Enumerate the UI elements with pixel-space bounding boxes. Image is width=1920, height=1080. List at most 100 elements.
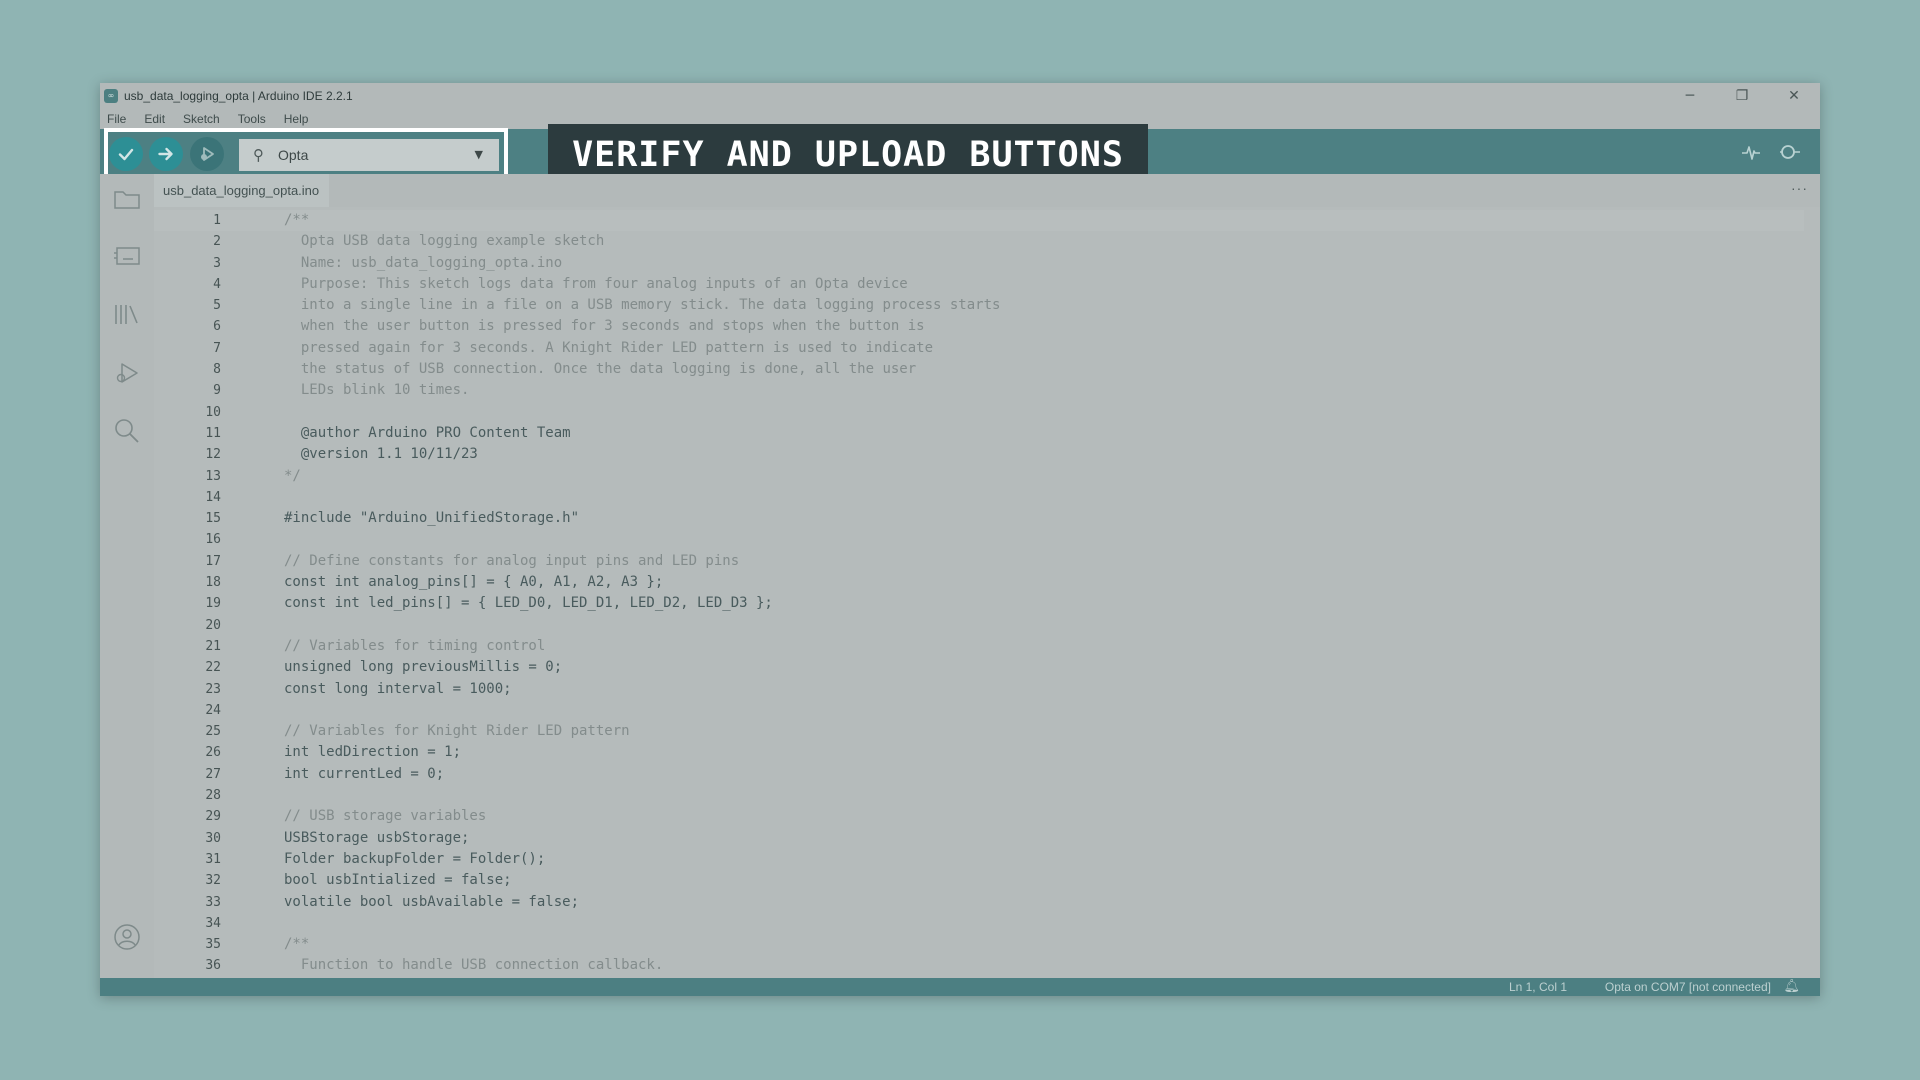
menu-edit[interactable]: Edit bbox=[144, 112, 165, 126]
menu-file[interactable]: File bbox=[107, 112, 126, 126]
search-button[interactable] bbox=[112, 416, 142, 446]
line-number: 16 bbox=[205, 532, 221, 548]
code-line[interactable] bbox=[284, 402, 1000, 423]
serial-monitor-button[interactable] bbox=[1778, 141, 1802, 168]
code-line[interactable]: const int analog_pins[] = { A0, A1, A2, … bbox=[284, 572, 1000, 593]
code-line[interactable]: volatile bool usbAvailable = false; bbox=[284, 892, 1000, 913]
line-number: 35 bbox=[205, 937, 221, 953]
code-line[interactable]: */ bbox=[284, 466, 1000, 487]
line-number: 1 bbox=[213, 213, 221, 228]
line-number: 26 bbox=[205, 745, 221, 761]
line-number: 18 bbox=[205, 575, 221, 591]
line-number: 4 bbox=[213, 276, 221, 292]
code-line[interactable]: Function to handle USB connection callba… bbox=[284, 955, 1000, 976]
code-line[interactable] bbox=[284, 913, 1000, 934]
code-line[interactable]: @author Arduino PRO Content Team bbox=[284, 423, 1000, 444]
window-controls: ─ ❐ ✕ bbox=[1664, 83, 1820, 109]
board-status[interactable]: Opta on COM7 [not connected] bbox=[1605, 980, 1771, 994]
code-line[interactable]: /** bbox=[284, 210, 1000, 231]
minimize-button[interactable]: ─ bbox=[1664, 83, 1716, 109]
line-number: 10 bbox=[205, 404, 221, 420]
folder-icon bbox=[114, 191, 140, 209]
code-line[interactable]: // Define constants for analog input pin… bbox=[284, 551, 1000, 572]
line-number: 5 bbox=[213, 298, 221, 314]
line-number: 11 bbox=[205, 425, 221, 441]
serial-plotter-button[interactable] bbox=[1740, 141, 1762, 168]
code-line[interactable]: Name: usb_data_logging_opta.ino bbox=[284, 253, 1000, 274]
code-line[interactable]: /** bbox=[284, 934, 1000, 955]
line-number: 27 bbox=[205, 766, 221, 782]
cursor-position[interactable]: Ln 1, Col 1 bbox=[1509, 980, 1567, 994]
tab-sketch-file[interactable]: usb_data_logging_opta.ino bbox=[154, 174, 330, 207]
code-line[interactable]: when the user button is pressed for 3 se… bbox=[284, 316, 1000, 337]
code-line[interactable]: Folder backupFolder = Folder(); bbox=[284, 849, 1000, 870]
line-number: 23 bbox=[205, 681, 221, 697]
bell-icon[interactable]: 🔔︎ bbox=[1783, 979, 1800, 994]
menu-help[interactable]: Help bbox=[284, 112, 309, 126]
code-editor[interactable]: 1 2 3 4 5 6 7 8 9 10 11 12 13 14 15 16 17 18 19 20 21 22 23 24 2… bbox=[154, 207, 1820, 978]
code-line[interactable]: the status of USB connection. Once the d… bbox=[284, 359, 1000, 380]
line-number: 21 bbox=[205, 638, 221, 654]
boards-manager-button[interactable] bbox=[112, 241, 142, 271]
magnifier-icon bbox=[1780, 145, 1800, 159]
sidebar bbox=[100, 174, 154, 978]
code-line[interactable]: const int led_pins[] = { LED_D0, LED_D1,… bbox=[284, 593, 1000, 614]
code-line[interactable]: Purpose: This sketch logs data from four… bbox=[284, 274, 1000, 295]
code-line[interactable]: USBStorage usbStorage; bbox=[284, 828, 1000, 849]
account-icon bbox=[114, 924, 140, 950]
code-line[interactable] bbox=[284, 700, 1000, 721]
code-line[interactable]: unsigned long previousMillis = 0; bbox=[284, 657, 1000, 678]
code-line[interactable] bbox=[284, 615, 1000, 636]
code-line[interactable]: Opta USB data logging example sketch bbox=[284, 231, 1000, 252]
menu-sketch[interactable]: Sketch bbox=[183, 112, 220, 126]
status-bar: Ln 1, Col 1 Opta on COM7 [not connected]… bbox=[100, 978, 1820, 996]
line-number: 12 bbox=[205, 447, 221, 463]
library-icon bbox=[115, 305, 138, 324]
arduino-app-icon: ∞ bbox=[104, 89, 118, 103]
line-number: 7 bbox=[213, 340, 221, 356]
editor-scrollbar[interactable] bbox=[1794, 207, 1804, 978]
code-line[interactable]: // Variables for timing control bbox=[284, 636, 1000, 657]
window-title: usb_data_logging_opta | Arduino IDE 2.2.… bbox=[124, 89, 353, 103]
line-number: 28 bbox=[205, 788, 221, 804]
restore-button[interactable]: ❐ bbox=[1716, 83, 1768, 109]
code-line[interactable]: LEDs blink 10 times. bbox=[284, 380, 1000, 401]
tab-bar: usb_data_logging_opta.ino ··· bbox=[154, 174, 1820, 207]
code-line[interactable]: int ledDirection = 1; bbox=[284, 742, 1000, 763]
line-number: 3 bbox=[213, 255, 221, 271]
line-number: 25 bbox=[205, 724, 221, 740]
line-number: 9 bbox=[213, 383, 221, 399]
line-number: 33 bbox=[205, 894, 221, 910]
code-line[interactable]: const long interval = 1000; bbox=[284, 679, 1000, 700]
code-line[interactable]: into a single line in a file on a USB me… bbox=[284, 295, 1001, 316]
code-line[interactable] bbox=[284, 785, 1000, 806]
line-number: 24 bbox=[205, 702, 221, 718]
code-line[interactable]: int currentLed = 0; bbox=[284, 764, 1000, 785]
menu-tools[interactable]: Tools bbox=[238, 112, 266, 126]
code-line[interactable] bbox=[284, 487, 1000, 508]
code-content[interactable]: /** Opta USB data logging example sketch… bbox=[284, 210, 1000, 977]
close-button[interactable]: ✕ bbox=[1768, 83, 1820, 109]
line-number: 17 bbox=[205, 553, 221, 569]
code-line[interactable]: // USB storage variables bbox=[284, 806, 1000, 827]
code-line[interactable] bbox=[284, 529, 1000, 550]
line-number: 13 bbox=[205, 468, 221, 484]
more-tabs-button[interactable]: ··· bbox=[1791, 180, 1808, 196]
line-number: 20 bbox=[205, 617, 221, 633]
debugger-button[interactable] bbox=[112, 358, 142, 388]
line-number: 31 bbox=[205, 851, 221, 867]
sketchbook-button[interactable] bbox=[112, 184, 142, 214]
line-number: 34 bbox=[205, 915, 221, 931]
code-line[interactable]: @version 1.1 10/11/23 bbox=[284, 444, 1000, 465]
code-line[interactable]: bool usbIntialized = false; bbox=[284, 870, 1000, 891]
line-number: 15 bbox=[205, 511, 221, 527]
account-button[interactable] bbox=[112, 922, 142, 952]
code-line[interactable]: #include "Arduino_UnifiedStorage.h" bbox=[284, 508, 1000, 529]
search-icon bbox=[115, 419, 139, 443]
code-line[interactable]: pressed again for 3 seconds. A Knight Ri… bbox=[284, 338, 1000, 359]
line-number: 29 bbox=[205, 809, 221, 825]
library-manager-button[interactable] bbox=[112, 299, 142, 329]
line-number: 19 bbox=[205, 596, 221, 612]
code-line[interactable]: // Variables for Knight Rider LED patter… bbox=[284, 721, 1000, 742]
line-number: 32 bbox=[205, 873, 221, 889]
